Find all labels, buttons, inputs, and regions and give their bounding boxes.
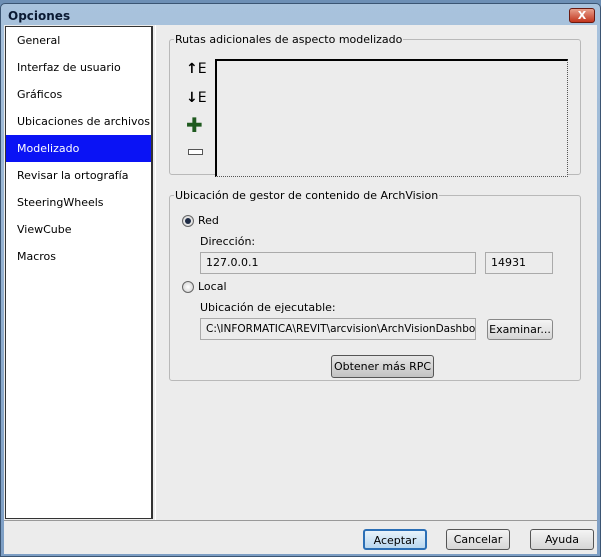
exec-label: Ubicación de ejecutable: <box>200 301 336 314</box>
radio-local-label: Local <box>198 280 227 293</box>
paths-list[interactable] <box>215 59 568 177</box>
sidebar-item-macros[interactable]: Macros <box>6 243 151 270</box>
move-up-icon[interactable]: ↑E <box>186 61 207 79</box>
address-input[interactable]: 127.0.0.1 <box>200 252 476 274</box>
paths-group: Rutas adicionales de aspecto modelizado … <box>169 33 581 177</box>
radio-red-button[interactable] <box>182 214 194 227</box>
radio-red[interactable]: Red <box>182 214 219 227</box>
remove-icon[interactable] <box>188 149 203 155</box>
paths-legend: Rutas adicionales de aspecto modelizado <box>175 33 403 46</box>
add-icon[interactable]: ✚ <box>186 115 206 135</box>
radio-local[interactable]: Local <box>182 280 227 293</box>
move-down-icon[interactable]: ↓E <box>186 90 207 108</box>
sidebar-item-general[interactable]: General <box>6 27 151 54</box>
sidebar-item-ortografia[interactable]: Revisar la ortografía <box>6 162 151 189</box>
main-panel: Rutas adicionales de aspecto modelizado … <box>155 25 597 520</box>
sidebar-item-ubicaciones[interactable]: Ubicaciones de archivos <box>6 108 151 135</box>
radio-local-button[interactable] <box>182 280 194 293</box>
address-label: Dirección: <box>200 235 256 248</box>
exec-path-input[interactable]: C:\INFORMATICA\REVIT\arcvision\ArchVisio… <box>200 318 476 340</box>
sidebar: General Interfaz de usuario Gráficos Ubi… <box>5 26 153 519</box>
close-button[interactable]: X <box>569 8 595 23</box>
footer: Aceptar Cancelar Ayuda <box>4 520 597 554</box>
window-title: Opciones <box>8 9 71 23</box>
sidebar-item-modelizado[interactable]: Modelizado <box>6 135 151 162</box>
cancel-button[interactable]: Cancelar <box>446 529 510 550</box>
archvision-group: Ubicación de gestor de contenido de Arch… <box>169 189 581 381</box>
archvision-legend: Ubicación de gestor de contenido de Arch… <box>175 189 439 202</box>
radio-red-label: Red <box>198 214 219 227</box>
more-rpc-button[interactable]: Obtener más RPC <box>331 355 434 378</box>
browse-button[interactable]: Examinar... <box>487 319 553 340</box>
dialog-body: General Interfaz de usuario Gráficos Ubi… <box>4 25 597 520</box>
sidebar-item-interfaz[interactable]: Interfaz de usuario <box>6 54 151 81</box>
sidebar-item-graficos[interactable]: Gráficos <box>6 81 151 108</box>
sidebar-item-viewcube[interactable]: ViewCube <box>6 216 151 243</box>
sidebar-item-steeringwheels[interactable]: SteeringWheels <box>6 189 151 216</box>
port-input[interactable]: 14931 <box>485 252 553 274</box>
help-button[interactable]: Ayuda <box>530 529 594 550</box>
accept-button[interactable]: Aceptar <box>363 529 427 550</box>
